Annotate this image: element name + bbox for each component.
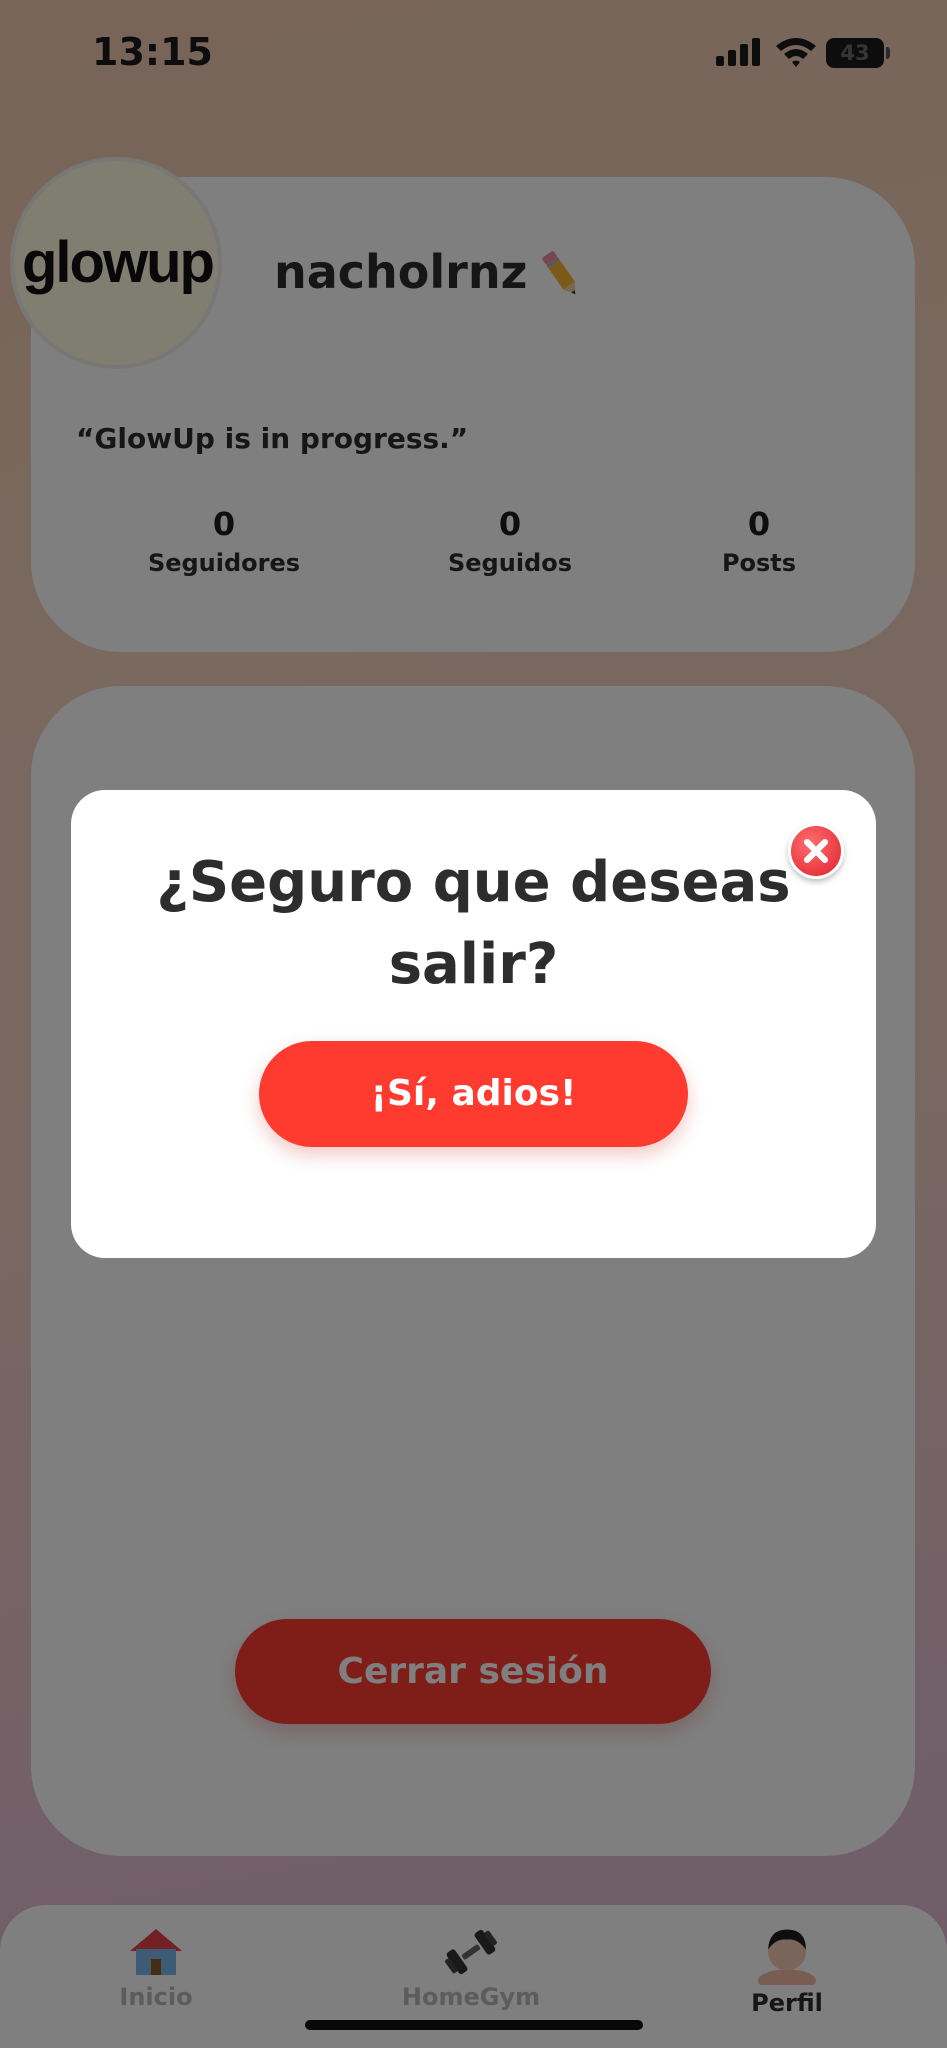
modal-title: ¿Seguro que deseas salir? bbox=[156, 850, 791, 997]
logout-confirm-modal: ¿Seguro que deseas salir? ¡Sí, adios! bbox=[71, 790, 876, 1258]
close-circle-icon[interactable] bbox=[788, 823, 844, 879]
confirm-logout-button[interactable]: ¡Sí, adios! bbox=[259, 1041, 688, 1147]
